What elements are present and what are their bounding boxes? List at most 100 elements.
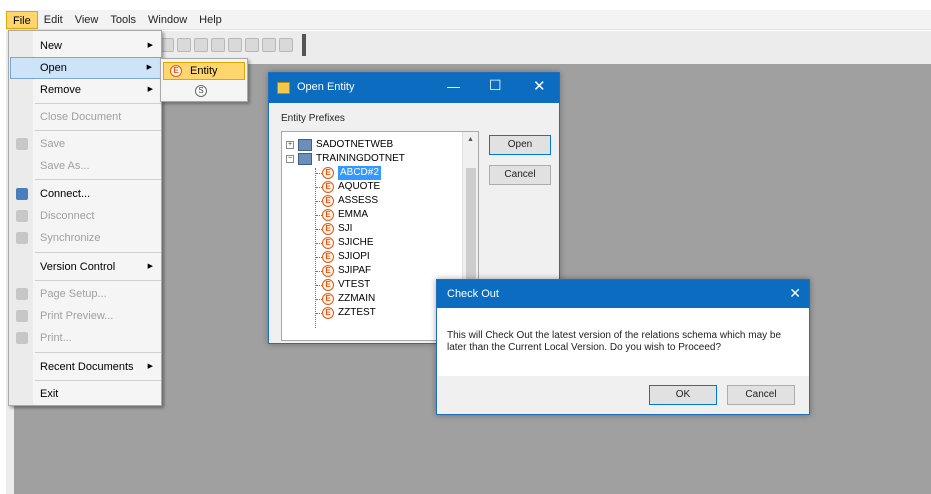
tree-node-label: SJIOPI (338, 251, 370, 262)
menu-item-label: Disconnect (40, 210, 95, 222)
tree-node-server[interactable]: + SADOTNETWEB (286, 138, 456, 152)
menu-item-save[interactable]: Save (10, 133, 161, 155)
submenu-arrow-icon: ▶ (147, 42, 153, 49)
close-icon[interactable]: ✕ (533, 77, 546, 95)
tree-node-label: SJIPAF (338, 265, 372, 276)
menu-item-version-control[interactable]: Version Control ▶ (10, 256, 161, 278)
menu-item-label: Save (40, 138, 66, 150)
dialog-title: Check Out (447, 288, 499, 300)
menu-window[interactable]: Window (142, 11, 193, 29)
toolbar-button-icon[interactable] (228, 38, 242, 52)
toolbar-button-icon[interactable] (194, 38, 208, 52)
menu-item-connect[interactable]: Connect... (10, 183, 161, 205)
menu-item-exit[interactable]: Exit (10, 383, 161, 405)
tree-node-entity[interactable]: E SJIPAF (322, 264, 452, 278)
dialog-footer: OK Cancel (437, 376, 809, 414)
cancel-button[interactable]: Cancel (727, 385, 795, 405)
toolbar-button-icon[interactable] (160, 38, 174, 52)
entity-prefixes-label: Entity Prefixes (281, 113, 345, 124)
tree-node-entity[interactable]: E VTEST (322, 278, 452, 292)
menu-item-new[interactable]: New ▶ (10, 35, 161, 57)
server-icon (298, 153, 312, 165)
menu-item-label: Print Preview... (40, 310, 114, 322)
dialog-title-bar[interactable]: Open Entity — ☐ ✕ (269, 73, 559, 103)
menu-item-open[interactable]: Open ▶ (10, 57, 161, 79)
tree-node-server[interactable]: − TRAININGDOTNET (286, 152, 456, 166)
scrollbar-thumb[interactable] (466, 168, 476, 288)
close-icon[interactable]: ✕ (789, 285, 801, 302)
tree-node-label: VTEST (338, 279, 371, 290)
toolbar-button-icon[interactable] (245, 38, 259, 52)
entity-icon: E (322, 223, 334, 235)
entity-icon: E (322, 237, 334, 249)
toolbar-button-icon[interactable] (211, 38, 225, 52)
menu-item-label: Remove (40, 84, 81, 96)
tree-node-entity[interactable]: E ASSESS (322, 194, 452, 208)
toolbar-button-icon[interactable] (177, 38, 191, 52)
submenu-item-schema[interactable]: S (163, 82, 245, 100)
minimize-icon[interactable]: — (447, 79, 460, 94)
menu-view[interactable]: View (69, 11, 105, 29)
tree-connector-line (315, 168, 316, 328)
open-button[interactable]: Open (489, 135, 551, 155)
entity-icon: E (322, 279, 334, 291)
toolbar-grip-handle[interactable] (302, 34, 306, 56)
tree-node-label: AQUOTE (338, 181, 381, 192)
entity-icon: E (170, 65, 182, 77)
tree-node-entity[interactable]: E SJIOPI (322, 250, 452, 264)
menu-item-recent-documents[interactable]: Recent Documents ▶ (10, 356, 161, 378)
dialog-title-bar[interactable]: Check Out ✕ (437, 280, 809, 308)
tree-node-label: ZZMAIN (338, 293, 376, 304)
menu-file[interactable]: File (6, 10, 38, 29)
submenu-arrow-icon: ▶ (147, 363, 153, 370)
menu-tools[interactable]: Tools (104, 11, 142, 29)
menu-item-save-as[interactable]: Save As... (10, 155, 161, 177)
menu-item-print[interactable]: Print... (10, 327, 161, 349)
toolbar-button-icon[interactable] (262, 38, 276, 52)
entity-icon: E (322, 293, 334, 305)
entity-icon: E (322, 167, 334, 179)
toolbar-button-icon[interactable] (279, 38, 293, 52)
menu-help[interactable]: Help (193, 11, 228, 29)
menu-item-label: Save As... (40, 160, 90, 172)
entity-icon: E (322, 307, 334, 319)
menu-separator (35, 252, 161, 253)
submenu-item-entity[interactable]: E Entity (163, 62, 245, 80)
file-menu-dropdown: New ▶ Open ▶ Remove ▶ Close Document Sav… (8, 30, 162, 406)
menu-item-label: Connect... (40, 188, 91, 200)
entity-icon: E (322, 209, 334, 221)
tree-node-label: EMMA (338, 209, 368, 220)
collapse-icon[interactable]: − (286, 155, 294, 163)
tree-node-entity[interactable]: E EMMA (322, 208, 452, 222)
menu-item-print-preview[interactable]: Print Preview... (10, 305, 161, 327)
menu-item-synchronize[interactable]: Synchronize (10, 227, 161, 249)
tree-node-entity[interactable]: E ZZTEST (322, 306, 452, 320)
tree-node-entity[interactable]: E SJICHE (322, 236, 452, 250)
disconnect-icon (16, 210, 28, 222)
cancel-button[interactable]: Cancel (489, 165, 551, 185)
menu-item-label: Print... (40, 332, 72, 344)
print-icon (16, 332, 28, 344)
tree-node-label: SJI (338, 223, 353, 234)
folder-icon (277, 82, 290, 94)
menu-item-label: Page Setup... (40, 288, 107, 300)
submenu-arrow-icon: ▶ (146, 64, 152, 71)
scroll-up-icon[interactable]: ▲ (467, 136, 474, 143)
menu-item-remove[interactable]: Remove ▶ (10, 79, 161, 101)
expand-icon[interactable]: + (286, 141, 294, 149)
maximize-icon[interactable]: ☐ (489, 77, 502, 94)
save-icon (16, 138, 28, 150)
tree-node-entity[interactable]: E ABCD#2 (322, 166, 452, 180)
tree-node-label: SJICHE (338, 237, 374, 248)
connect-icon (16, 188, 28, 200)
menu-item-label: Synchronize (40, 232, 101, 244)
menu-item-page-setup[interactable]: Page Setup... (10, 283, 161, 305)
menu-item-disconnect[interactable]: Disconnect (10, 205, 161, 227)
ok-button[interactable]: OK (649, 385, 717, 405)
tree-node-entity[interactable]: E ZZMAIN (322, 292, 452, 306)
menu-item-close-document[interactable]: Close Document (10, 106, 161, 128)
tree-node-entity[interactable]: E AQUOTE (322, 180, 452, 194)
menu-edit[interactable]: Edit (38, 11, 69, 29)
menu-item-label: New (40, 40, 63, 52)
tree-node-entity[interactable]: E SJI (322, 222, 452, 236)
